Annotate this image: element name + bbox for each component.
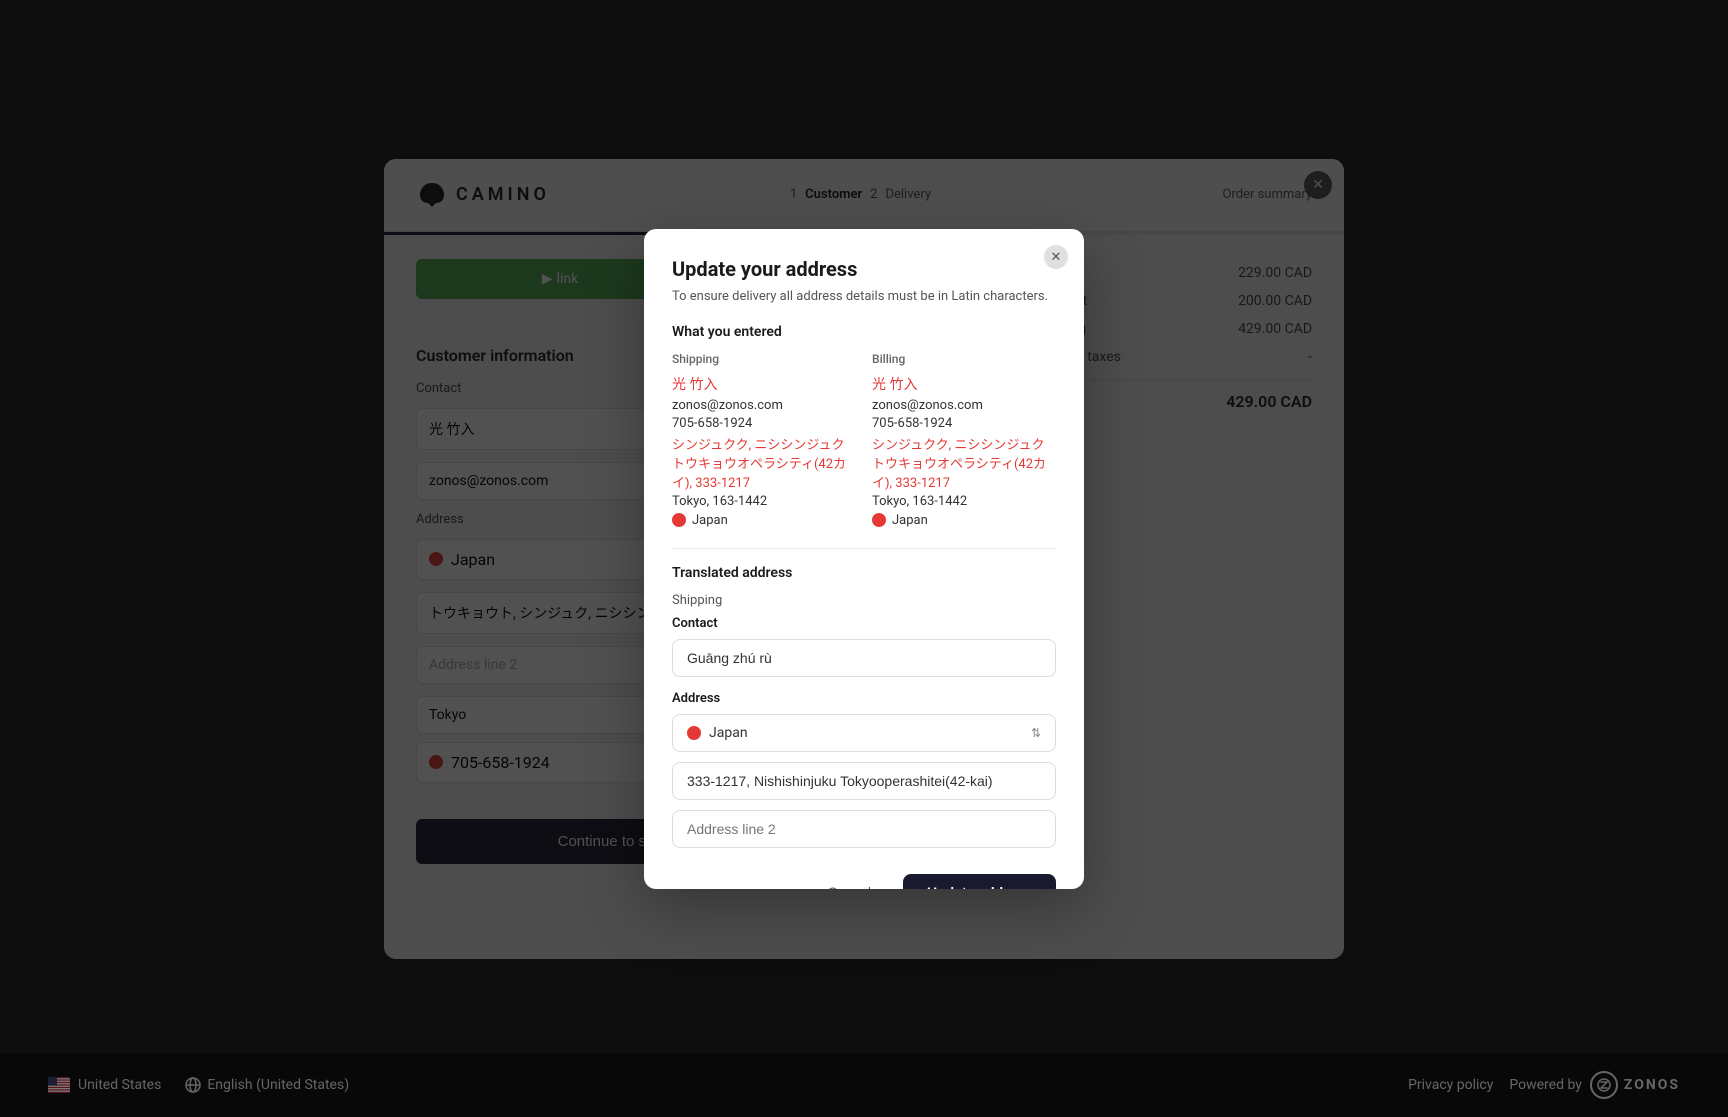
shipping-country: Japan bbox=[692, 513, 728, 528]
modal-subtitle: To ensure delivery all address details m… bbox=[672, 289, 1056, 304]
cancel-button[interactable]: Cancel bbox=[807, 874, 891, 889]
shipping-address: シンジュクク, ニシシンジュクトウキョウオペラシティ(42カイ), 333-12… bbox=[672, 434, 856, 491]
country-select-dropdown[interactable]: Japan ⇅ bbox=[672, 714, 1056, 752]
billing-column: Billing 光 竹入 zonos@zonos.com 705-658-192… bbox=[872, 352, 1056, 528]
what-you-entered-label: What you entered bbox=[672, 324, 1056, 340]
billing-address: シンジュクク, ニシシンジュクトウキョウオペラシティ(42カイ), 333-12… bbox=[872, 434, 1056, 491]
country-select-value: Japan bbox=[709, 725, 748, 741]
billing-email: zonos@zonos.com bbox=[872, 398, 1056, 413]
shipping-country-flag bbox=[672, 513, 686, 527]
address-line1-input[interactable] bbox=[672, 762, 1056, 800]
translated-shipping-label: Shipping bbox=[672, 593, 1056, 608]
billing-country-flag bbox=[872, 513, 886, 527]
shipping-email: zonos@zonos.com bbox=[672, 398, 856, 413]
translated-contact-input[interactable] bbox=[672, 639, 1056, 677]
modal-close-button[interactable]: ✕ bbox=[1044, 245, 1068, 269]
translated-address-heading: Translated address bbox=[672, 565, 1056, 581]
update-address-modal: ✕ Update your address To ensure delivery… bbox=[644, 229, 1084, 889]
address-section-label: Address bbox=[672, 691, 1056, 706]
billing-name: 光 竹入 bbox=[872, 374, 1056, 394]
update-address-button[interactable]: Update address bbox=[903, 874, 1056, 889]
billing-country-row: Japan bbox=[872, 513, 1056, 528]
address-columns: Shipping 光 竹入 zonos@zonos.com 705-658-19… bbox=[672, 352, 1056, 528]
billing-country: Japan bbox=[892, 513, 928, 528]
shipping-col-header: Shipping bbox=[672, 352, 856, 366]
country-select-flag bbox=[687, 726, 701, 740]
billing-col-header: Billing bbox=[872, 352, 1056, 366]
shipping-phone: 705-658-1924 bbox=[672, 416, 856, 431]
chevron-updown-icon: ⇅ bbox=[1031, 726, 1041, 740]
section-divider bbox=[672, 548, 1056, 549]
address-line2-input[interactable] bbox=[672, 810, 1056, 848]
shipping-city-state: Tokyo, 163-1442 bbox=[672, 494, 856, 509]
shipping-country-row: Japan bbox=[672, 513, 856, 528]
contact-section-label: Contact bbox=[672, 616, 1056, 631]
billing-city-state: Tokyo, 163-1442 bbox=[872, 494, 1056, 509]
country-select-inner: Japan bbox=[687, 725, 748, 741]
modal-overlay: ✕ Update your address To ensure delivery… bbox=[0, 0, 1728, 1117]
modal-footer: Cancel Update address bbox=[672, 874, 1056, 889]
billing-phone: 705-658-1924 bbox=[872, 416, 1056, 431]
shipping-column: Shipping 光 竹入 zonos@zonos.com 705-658-19… bbox=[672, 352, 856, 528]
country-select-wrapper: Japan ⇅ bbox=[672, 714, 1056, 752]
modal-title: Update your address bbox=[672, 257, 1056, 281]
shipping-name: 光 竹入 bbox=[672, 374, 856, 394]
